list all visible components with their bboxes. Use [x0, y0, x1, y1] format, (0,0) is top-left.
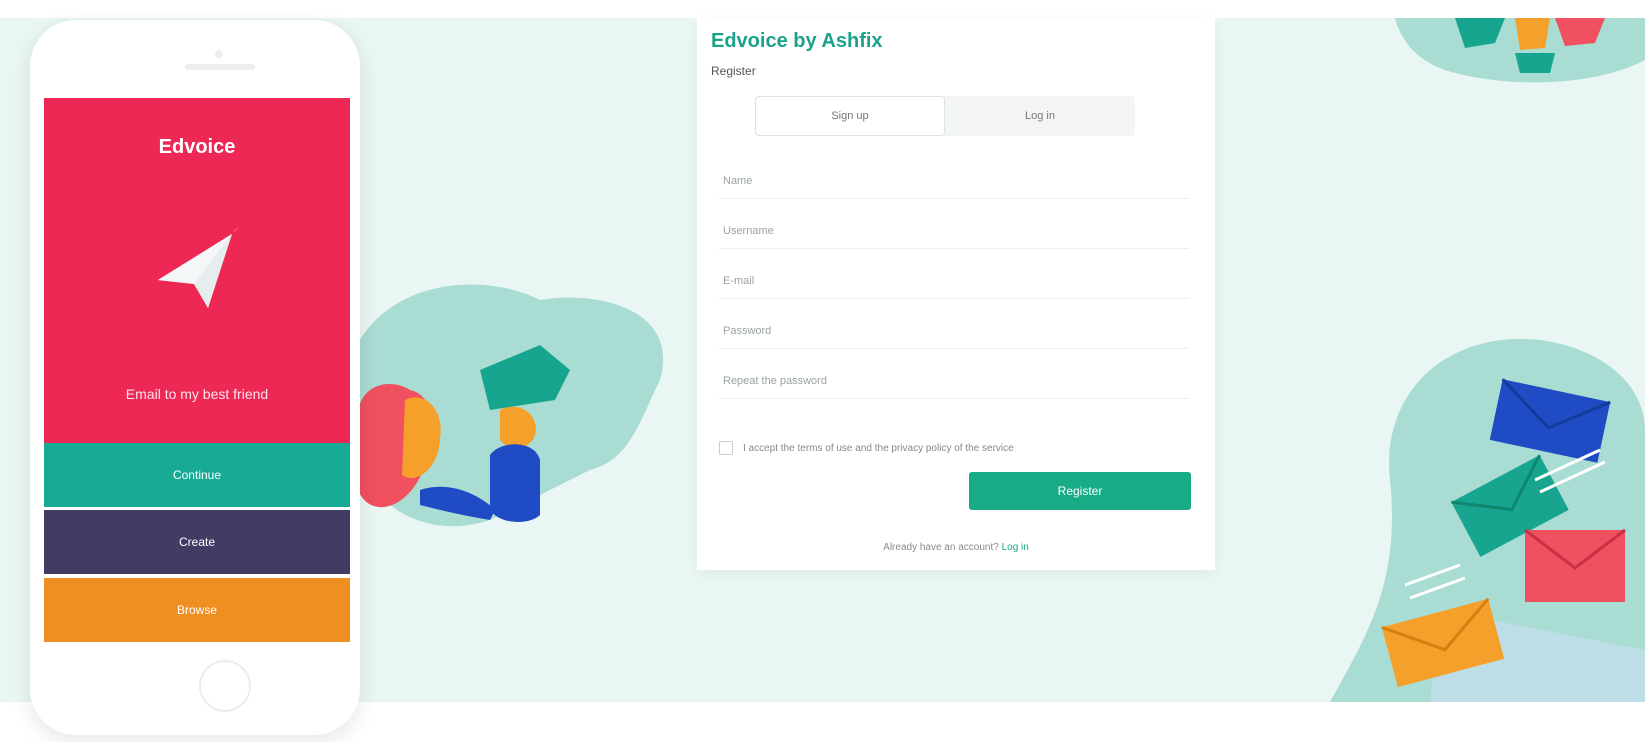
form-subtitle: Register [711, 64, 756, 78]
tab-sign-up[interactable]: Sign up [755, 96, 945, 136]
illustration-friends [350, 284, 664, 527]
email-input[interactable] [719, 264, 1197, 298]
phone-button-continue[interactable]: Continue [44, 443, 350, 507]
app-brand: Edvoice [158, 136, 236, 158]
illustration-top-right [1395, 18, 1645, 83]
confirm-password-input[interactable] [719, 364, 1197, 398]
auth-tabs: Sign up Log in [755, 96, 1135, 136]
terms-row: I accept the terms of use and the privac… [719, 438, 1199, 458]
phone-camera [215, 50, 223, 58]
paper-plane-icon [158, 228, 239, 308]
terms-label: I accept the terms of use and the privac… [743, 442, 1014, 454]
confirm-password-field [719, 364, 1197, 399]
username-input[interactable] [719, 214, 1197, 248]
name-field [719, 164, 1197, 199]
username-field [719, 214, 1197, 249]
phone-speaker [185, 64, 255, 70]
signin-prefix: Already have an account? [883, 542, 999, 553]
password-field [719, 314, 1197, 349]
register-button[interactable]: Register [969, 472, 1191, 510]
hero-panel: Edvoice Email to my best friend [44, 98, 350, 443]
tagline: Email to my best friend [125, 386, 269, 402]
phone-button-browse[interactable]: Browse [44, 578, 350, 642]
phone-screen: Edvoice Email to my best friend Continue… [44, 98, 350, 653]
tab-log-in[interactable]: Log in [945, 96, 1135, 136]
phone-button-create[interactable]: Create [44, 510, 350, 574]
register-card: Edvoice by Ashfix Register Sign up Log i… [697, 18, 1215, 570]
terms-checkbox[interactable] [719, 441, 733, 455]
signin-link[interactable]: Log in [1002, 542, 1029, 553]
signin-row: Already have an account? Log in [697, 542, 1215, 553]
phone-mockup: Edvoice Email to my best friend Continue… [30, 20, 360, 735]
phone-home-button [199, 660, 251, 712]
email-field [719, 264, 1197, 299]
form-title: Edvoice by Ashfix [711, 30, 883, 52]
password-input[interactable] [719, 314, 1197, 348]
name-input[interactable] [719, 164, 1197, 198]
illustration-envelopes [1330, 338, 1645, 702]
